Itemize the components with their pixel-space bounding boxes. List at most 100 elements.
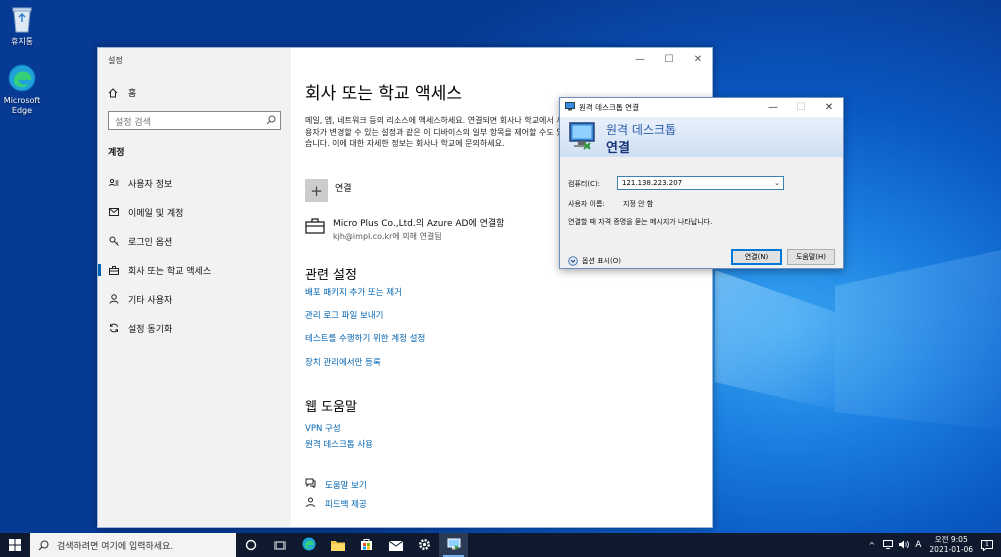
- nav-label: 설정 동기화: [128, 324, 173, 335]
- desktop-icon-label: Microsoft Edge: [3, 96, 41, 115]
- give-feedback-label: 피드백 제공: [325, 500, 367, 510]
- task-view-icon: [273, 536, 286, 555]
- dialog-banner: 원격 데스크톱 연결: [560, 117, 843, 157]
- help-chat-icon: [305, 478, 317, 491]
- taskbar-file-explorer[interactable]: [323, 533, 352, 557]
- clock-date: 2021-01-06: [929, 545, 973, 554]
- feedback-icon: [305, 497, 317, 511]
- link-setup-test-account[interactable]: 테스트를 수행하기 위한 계정 설정: [305, 332, 425, 344]
- dialog-minimize-button[interactable]: —: [759, 98, 787, 117]
- account-subtitle: kjh@impl.co.kr에 의해 연결됨: [333, 232, 442, 241]
- get-help-link[interactable]: 도움말 보기: [305, 478, 367, 491]
- dialog-close-button[interactable]: ✕: [815, 98, 843, 117]
- page-title: 회사 또는 학교 액세스: [305, 84, 462, 104]
- notification-count: 1: [985, 540, 989, 548]
- nav-item-other-users[interactable]: 기타 사용자: [98, 288, 291, 310]
- link-enroll-device-management[interactable]: 장치 관리에서만 등록: [305, 356, 381, 368]
- username-value: 지정 안 함: [623, 200, 654, 208]
- plus-icon: +: [310, 181, 323, 200]
- account-title: Micro Plus Co.,Ltd.의 Azure AD에 연결함: [333, 219, 505, 229]
- taskbar-search-placeholder: 검색하려면 여기에 입력하세요.: [57, 541, 174, 552]
- connected-account[interactable]: Micro Plus Co.,Ltd.의 Azure AD에 연결함 kjh@i…: [305, 216, 504, 242]
- close-button[interactable]: ✕: [684, 48, 712, 70]
- recycle-bin-icon: [7, 4, 37, 34]
- dialog-title: 원격 데스크톱 연결: [579, 103, 639, 112]
- remote-desktop-dialog: 원격 데스크톱 연결 — ☐ ✕ 원격 데스크톱 연결 컴퓨터(C): 121.…: [559, 97, 844, 269]
- dialog-titlebar: 원격 데스크톱 연결 — ☐ ✕: [560, 98, 843, 117]
- taskbar-search-box[interactable]: 검색하려면 여기에 입력하세요.: [30, 533, 236, 557]
- start-button[interactable]: [0, 533, 30, 557]
- home-icon: [108, 87, 118, 97]
- clock-time: 오전 9:05: [934, 535, 968, 544]
- expand-circle-icon: [568, 251, 578, 270]
- settings-search-input[interactable]: 설정 검색: [108, 111, 281, 130]
- desktop-icon-label: 휴지통: [10, 37, 34, 46]
- show-options-toggle[interactable]: 옵션 표시(O): [568, 251, 621, 270]
- taskbar-remote-desktop[interactable]: [439, 533, 468, 557]
- taskbar-edge[interactable]: [294, 533, 323, 557]
- nav-label: 로그인 옵션: [128, 237, 173, 248]
- show-hidden-icons-chevron-up-icon[interactable]: ^: [869, 541, 876, 550]
- task-view-button[interactable]: [265, 533, 294, 557]
- link-add-remove-package[interactable]: 배포 패키지 추가 또는 제거: [305, 286, 402, 298]
- briefcase-icon: [305, 218, 325, 242]
- page-description: 메일, 앱, 네트워크 등의 리소스에 액세스하세요. 연결되면 회사나 학교에…: [305, 116, 564, 148]
- taskbar-store[interactable]: [352, 533, 381, 557]
- taskbar: 검색하려면 여기에 입력하세요. ^ A 오전 9:05 2021-01-06 …: [0, 533, 1001, 557]
- search-icon: [38, 540, 49, 550]
- connect-button[interactable]: 연결(N): [731, 249, 782, 265]
- desktop-icon-edge[interactable]: Microsoft Edge: [0, 63, 52, 116]
- nav-item-work-school-access[interactable]: 회사 또는 학교 액세스: [98, 259, 291, 281]
- person-list-icon: [109, 178, 119, 188]
- nav-label: 사용자 정보: [128, 179, 173, 190]
- notification-center-button[interactable]: 1: [981, 539, 993, 551]
- briefcase-icon: [109, 265, 119, 275]
- rdp-app-icon: [565, 102, 575, 113]
- chevron-down-icon[interactable]: ⌄: [774, 179, 780, 187]
- username-label: 사용자 이름:: [568, 200, 605, 208]
- nav-item-sync-settings[interactable]: 설정 동기화: [98, 317, 291, 339]
- home-label: 홈: [128, 89, 137, 99]
- ime-indicator[interactable]: A: [915, 540, 921, 550]
- computer-value: 121.138.223.207: [622, 179, 683, 187]
- taskbar-settings[interactable]: [410, 533, 439, 557]
- nav-label: 이메일 및 계정: [128, 208, 184, 219]
- related-settings-title: 관련 설정: [305, 268, 357, 283]
- edge-icon: [302, 536, 316, 555]
- give-feedback-link[interactable]: 피드백 제공: [305, 497, 367, 511]
- settings-sidebar: 설정 홈 설정 검색 계정 사용자 정보 이메일 및 계정 로그인 옵션 회사 …: [98, 48, 291, 527]
- mail-icon: [388, 536, 403, 555]
- windows-logo-icon: [9, 539, 21, 551]
- desktop-icon-recycle-bin[interactable]: 휴지통: [0, 4, 52, 47]
- link-vpn-setup[interactable]: VPN 구성: [305, 422, 341, 434]
- computer-combobox[interactable]: 121.138.223.207 ⌄: [617, 176, 784, 190]
- nav-item-email-accounts[interactable]: 이메일 및 계정: [98, 201, 291, 223]
- get-help-label: 도움말 보기: [325, 480, 367, 491]
- credentials-info: 연결할 때 자격 증명을 묻는 메시지가 나타납니다.: [568, 218, 713, 226]
- home-link[interactable]: 홈: [108, 86, 136, 99]
- cortana-circle-icon: [245, 536, 257, 555]
- wallpaper-light: [715, 270, 835, 410]
- cortana-button[interactable]: [236, 533, 265, 557]
- nav-item-your-info[interactable]: 사용자 정보: [98, 172, 291, 194]
- show-options-label: 옵션 표시(O): [582, 256, 621, 265]
- maximize-button[interactable]: ☐: [655, 48, 683, 70]
- gear-icon: [418, 536, 431, 555]
- help-button[interactable]: 도움말(H): [787, 249, 835, 265]
- connect-label[interactable]: 연결: [335, 181, 352, 194]
- minimize-button[interactable]: —: [626, 48, 654, 70]
- link-export-log-files[interactable]: 관리 로그 파일 보내기: [305, 309, 384, 321]
- clock[interactable]: 오전 9:05 2021-01-06: [929, 535, 973, 555]
- volume-icon[interactable]: [899, 540, 910, 551]
- person-icon: [109, 294, 119, 304]
- store-bag-icon: [360, 536, 373, 555]
- link-use-remote-desktop[interactable]: 원격 데스크톱 사용: [305, 438, 373, 450]
- network-icon[interactable]: [883, 539, 894, 551]
- taskbar-mail[interactable]: [381, 533, 410, 557]
- folder-icon: [330, 536, 345, 555]
- sync-icon: [109, 323, 119, 333]
- nav-label: 기타 사용자: [128, 295, 173, 306]
- section-title: 계정: [108, 148, 125, 158]
- nav-item-sign-in-options[interactable]: 로그인 옵션: [98, 230, 291, 252]
- add-connection-button[interactable]: +: [305, 179, 328, 202]
